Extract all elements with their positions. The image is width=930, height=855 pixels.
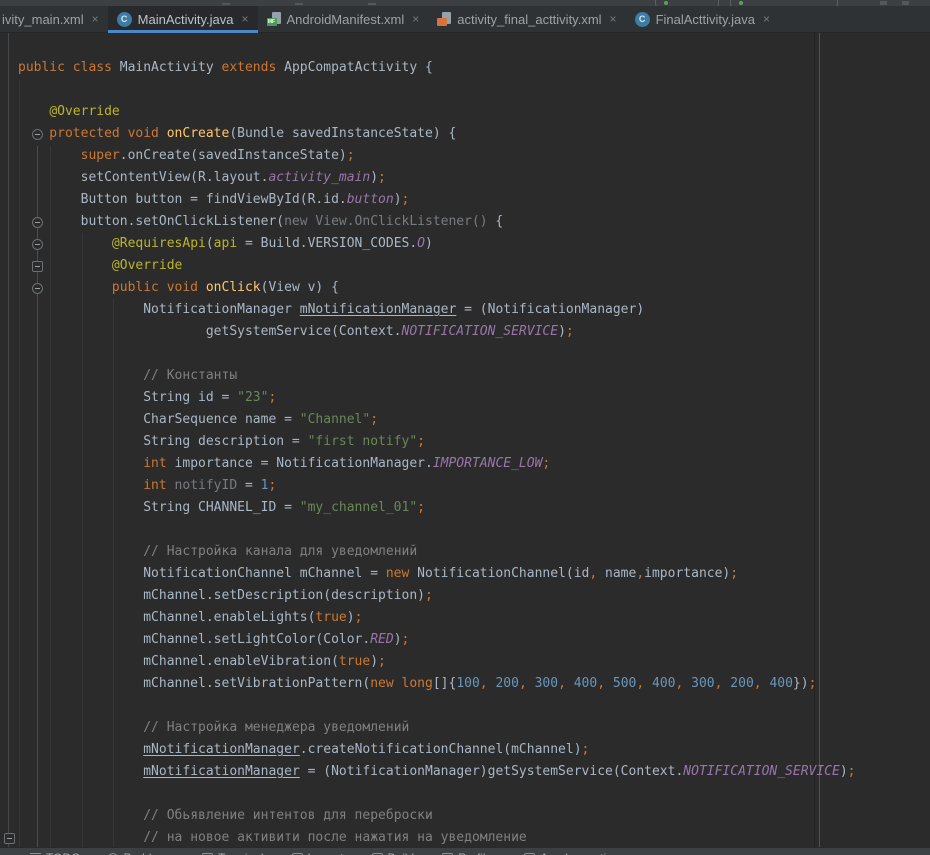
code-line: // Константы — [18, 365, 856, 387]
tab-label: ivity_main.xml — [2, 12, 84, 27]
code-line: int importance = NotificationManager.IMP… — [18, 453, 856, 475]
code-line: mChannel.setDescription(description); — [18, 585, 856, 607]
code-line: // Настройка канала для уведомлений — [18, 541, 856, 563]
tab-label: MainActivity.java — [138, 12, 234, 27]
toolwindow-button-todo[interactable]: TODO — [30, 851, 80, 855]
close-icon[interactable]: × — [610, 13, 617, 25]
code-line: setContentView(R.layout.activity_main); — [18, 167, 856, 189]
code-line: NotificationChannel mChannel = new Notif… — [18, 563, 856, 585]
java-class-icon: C — [117, 12, 132, 27]
tab-FinalActtivity.java[interactable]: C FinalActtivity.java × — [626, 6, 779, 32]
code-line: public class MainActivity extends AppCom… — [18, 57, 856, 79]
code-line: getSystemService(Context.NOTIFICATION_SE… — [18, 321, 856, 343]
code-line: String CHANNEL_ID = "my_channel_01"; — [18, 497, 856, 519]
manifest-file-icon: MF — [267, 12, 281, 26]
code-line: protected void onCreate(Bundle savedInst… — [18, 123, 856, 145]
toolwindow-label: Build — [388, 851, 415, 855]
code-line: @RequiresApi(api = Build.VERSION_CODES.O… — [18, 233, 856, 255]
gutter-border — [8, 33, 9, 847]
code-line: mNotificationManager = (NotificationMana… — [18, 761, 856, 783]
green-dot-icon — [739, 1, 743, 5]
toolwindow-label: App Inspection — [540, 851, 619, 855]
toolwindow-label: TODO — [46, 851, 80, 855]
tab-ivity_main.xml[interactable]: ivity_main.xml × — [0, 6, 108, 32]
tab-label: AndroidManifest.xml — [287, 12, 405, 27]
code-fold-icon[interactable] — [32, 129, 43, 140]
close-icon[interactable]: × — [92, 13, 99, 25]
toolwindow-button-app-inspection[interactable]: App Inspection — [524, 851, 619, 855]
code-line — [18, 519, 856, 541]
tab-label: activity_final_acttivity.xml — [457, 12, 601, 27]
toolbar-icon[interactable] — [295, 3, 303, 5]
toolwindow-button-build[interactable]: Build — [372, 851, 415, 855]
code-line: super.onCreate(savedInstanceState); — [18, 145, 856, 167]
code-line: mChannel.enableLights(true); — [18, 607, 856, 629]
device-selector[interactable] — [655, 0, 719, 6]
toolwindow-button-profiler[interactable]: Profiler — [442, 851, 496, 855]
toolwindow-label: Profiler — [458, 851, 496, 855]
code-line: @Override — [18, 255, 856, 277]
toolbar-icon[interactable] — [902, 1, 909, 5]
java-class-icon: C — [635, 12, 650, 27]
code-editor[interactable]: public class MainActivity extends AppCom… — [0, 33, 930, 847]
code-line — [18, 35, 856, 57]
code-fold-icon[interactable] — [32, 261, 43, 272]
tab-AndroidManifest.xml[interactable]: MF AndroidManifest.xml × — [258, 6, 429, 32]
tab-label: FinalActtivity.java — [656, 12, 755, 27]
code-fold-icon[interactable] — [32, 283, 43, 294]
code-lines: public class MainActivity extends AppCom… — [18, 35, 856, 847]
tab-MainActivity.java[interactable]: C MainActivity.java × — [108, 6, 258, 32]
main-toolbar — [0, 0, 930, 6]
code-line — [18, 343, 856, 365]
code-line: public void onClick(View v) { — [18, 277, 856, 299]
code-line: // на новое активити после нажатия на ув… — [18, 827, 856, 847]
code-line: String description = "first notify"; — [18, 431, 856, 453]
code-line: NotificationManager mNotificationManager… — [18, 299, 856, 321]
android-studio-window: ivity_main.xml × C MainActivity.java × MF Andr… — [0, 0, 930, 855]
code-line: button.setOnClickListener(new View.OnCli… — [18, 211, 856, 233]
code-line: int notifyID = 1; — [18, 475, 856, 497]
close-icon[interactable]: × — [763, 13, 770, 25]
code-line: mChannel.setVibrationPattern(new long[]{… — [18, 673, 856, 695]
editor-tab-bar: ivity_main.xml × C MainActivity.java × MF Andr… — [0, 6, 930, 33]
green-dot-icon — [664, 1, 668, 5]
toolwindow-button-problems[interactable]: Problems — [108, 851, 174, 855]
tool-window-bar: TODO Problems Terminal Logcat Build Profiler A… — [0, 847, 930, 855]
code-line: Button button = findViewById(R.id.button… — [18, 189, 856, 211]
code-line — [18, 695, 856, 717]
code-line: // Настройка менеджера уведомлений — [18, 717, 856, 739]
code-fold-icon[interactable] — [4, 833, 15, 844]
tab-activity_final_acttivity.xml[interactable]: activity_final_acttivity.xml × — [428, 6, 625, 32]
code-line: // Обьявление интентов для переброски — [18, 805, 856, 827]
code-line: mChannel.enableVibration(true); — [18, 651, 856, 673]
code-line: @Override — [18, 101, 856, 123]
toolbar-icon[interactable] — [368, 3, 376, 5]
code-line: CharSequence name = "Channel"; — [18, 409, 856, 431]
toolbar-icon[interactable] — [880, 1, 887, 5]
toolwindow-label: Problems — [123, 851, 174, 855]
code-line: mNotificationManager.createNotificationC… — [18, 739, 856, 761]
code-fold-icon[interactable] — [32, 217, 43, 228]
layout-xml-file-icon — [437, 12, 451, 26]
toolwindow-label: Terminal — [218, 851, 263, 855]
code-line — [18, 79, 856, 101]
code-fold-icon[interactable] — [32, 239, 43, 250]
close-icon[interactable]: × — [241, 13, 248, 25]
toolwindow-button-terminal[interactable]: Terminal — [202, 851, 263, 855]
code-line: mChannel.setLightColor(Color.RED); — [18, 629, 856, 651]
toolwindow-label: Logcat — [308, 851, 344, 855]
code-line — [18, 783, 856, 805]
toolbar-icon[interactable] — [222, 3, 230, 5]
toolwindow-button-logcat[interactable]: Logcat — [292, 851, 344, 855]
close-icon[interactable]: × — [412, 13, 419, 25]
code-line: String id = "23"; — [18, 387, 856, 409]
run-configuration-selector[interactable] — [730, 0, 838, 6]
